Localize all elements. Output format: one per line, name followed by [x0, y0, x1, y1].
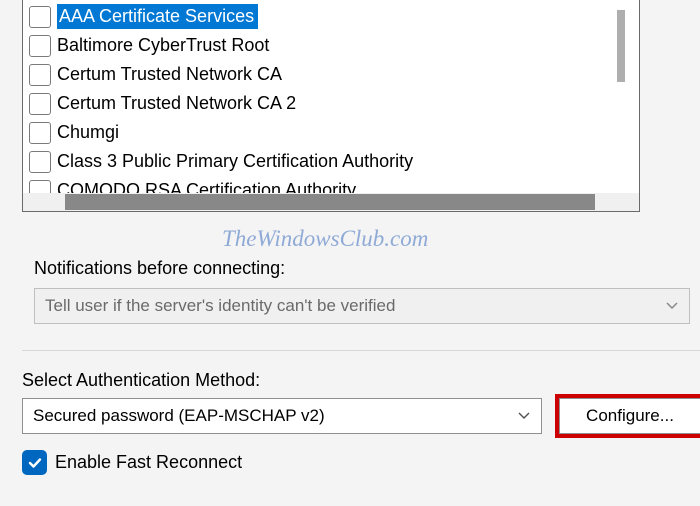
chevron-down-icon: [517, 409, 531, 423]
list-item[interactable]: Certum Trusted Network CA: [23, 60, 639, 89]
checkbox[interactable]: [29, 64, 51, 86]
vertical-scrollbar[interactable]: [617, 10, 625, 82]
chevron-down-icon: [665, 299, 679, 313]
list-item[interactable]: Baltimore CyberTrust Root: [23, 31, 639, 60]
scrollbar-thumb[interactable]: [65, 194, 595, 210]
configure-highlight: Configure...: [555, 394, 700, 438]
list-item[interactable]: Chumgi: [23, 118, 639, 147]
fast-reconnect-checkbox[interactable]: [22, 450, 47, 475]
auth-method-dropdown[interactable]: Secured password (EAP-MSCHAP v2): [22, 398, 542, 434]
configure-button-label: Configure...: [586, 406, 674, 426]
checkbox[interactable]: [29, 35, 51, 57]
auth-method-label: Select Authentication Method:: [22, 370, 260, 391]
cert-label: Baltimore CyberTrust Root: [57, 35, 269, 56]
watermark-text: TheWindowsClub.com: [222, 226, 428, 252]
cert-label: Certum Trusted Network CA 2: [57, 93, 296, 114]
cert-label: Class 3 Public Primary Certification Aut…: [57, 151, 413, 172]
cert-label: AAA Certificate Services: [57, 4, 258, 29]
cert-label: Certum Trusted Network CA: [57, 64, 282, 85]
fast-reconnect-row[interactable]: Enable Fast Reconnect: [22, 450, 242, 475]
list-item[interactable]: AAA Certificate Services: [23, 2, 639, 31]
fast-reconnect-label: Enable Fast Reconnect: [55, 452, 242, 473]
checkbox[interactable]: [29, 151, 51, 173]
configure-button[interactable]: Configure...: [559, 398, 700, 434]
eap-settings-panel: AAA Certificate Services Baltimore Cyber…: [12, 0, 688, 506]
auth-method-selected: Secured password (EAP-MSCHAP v2): [33, 406, 325, 426]
checkmark-icon: [27, 455, 43, 471]
checkbox[interactable]: [29, 93, 51, 115]
notifications-selected: Tell user if the server's identity can't…: [45, 296, 395, 316]
list-item[interactable]: Certum Trusted Network CA 2: [23, 89, 639, 118]
divider: [22, 350, 700, 351]
trusted-root-ca-list[interactable]: AAA Certificate Services Baltimore Cyber…: [22, 0, 640, 212]
notifications-dropdown[interactable]: Tell user if the server's identity can't…: [34, 288, 690, 324]
checkbox[interactable]: [29, 122, 51, 144]
checkbox[interactable]: [29, 6, 51, 28]
cert-items: AAA Certificate Services Baltimore Cyber…: [23, 0, 639, 205]
horizontal-scrollbar[interactable]: [23, 193, 639, 211]
list-item[interactable]: Class 3 Public Primary Certification Aut…: [23, 147, 639, 176]
cert-label: Chumgi: [57, 122, 119, 143]
notifications-label: Notifications before connecting:: [34, 258, 285, 279]
